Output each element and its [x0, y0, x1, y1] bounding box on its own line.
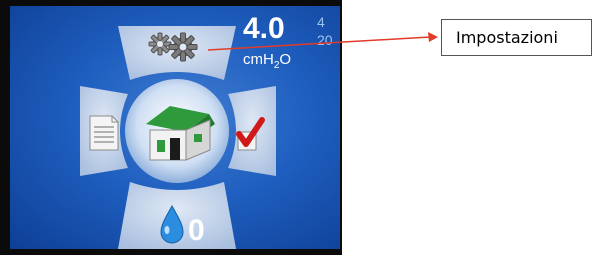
pressure-value: 4.0	[243, 12, 285, 45]
document-icon	[89, 115, 119, 151]
menu-wheel	[80, 26, 276, 249]
device-photo: 4.0 cmH2O 4 20 0	[0, 0, 342, 255]
callout-box: Impostazioni	[441, 19, 592, 56]
ramp-start-value: 4	[317, 14, 325, 30]
humidity-level: 0	[188, 214, 205, 247]
device-screen: 4.0 cmH2O 4 20 0	[10, 6, 340, 249]
callout-label: Impostazioni	[456, 28, 558, 47]
ramp-end-value: 20	[317, 32, 333, 48]
pressure-unit: cmH2O	[243, 51, 292, 71]
arrow-head	[428, 32, 438, 42]
